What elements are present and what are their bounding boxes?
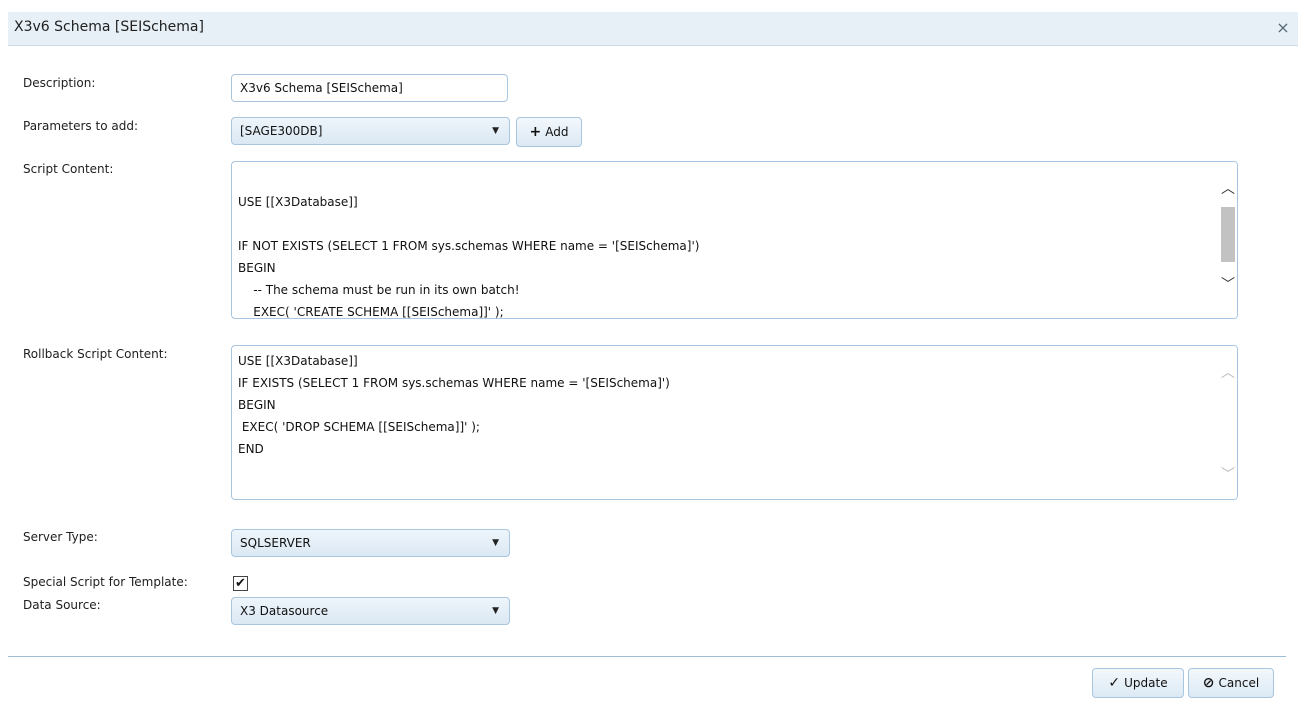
close-icon[interactable]: × bbox=[1274, 18, 1292, 37]
data-source-select[interactable]: X3 Datasource ▼ bbox=[231, 597, 510, 625]
rollback-content-text: USE [[X3Database]] IF EXISTS (SELECT 1 F… bbox=[238, 354, 670, 456]
plus-icon: + bbox=[529, 124, 542, 140]
special-script-checkbox[interactable]: ✔ bbox=[233, 576, 248, 591]
special-script-label: Special Script for Template: bbox=[23, 575, 188, 589]
script-content-label: Script Content: bbox=[23, 162, 114, 176]
rollback-content-label: Rollback Script Content: bbox=[23, 347, 168, 361]
rollback-scrollbar[interactable]: ︿ ﹀ bbox=[1219, 346, 1237, 499]
cancel-button-label: Cancel bbox=[1218, 676, 1260, 690]
dialog-title: X3v6 Schema [SEISchema] bbox=[14, 19, 204, 35]
footer-divider bbox=[8, 656, 1286, 657]
cancel-icon: ⊘ bbox=[1202, 675, 1215, 691]
checkmark-icon: ✓ bbox=[1108, 675, 1121, 691]
parameters-select[interactable]: [SAGE300DB] ▼ bbox=[231, 117, 510, 145]
data-source-value: X3 Datasource bbox=[240, 604, 329, 618]
check-icon: ✔ bbox=[235, 576, 246, 591]
scroll-up-icon[interactable]: ︿ bbox=[1221, 178, 1235, 198]
dialog-titlebar: X3v6 Schema [SEISchema] × bbox=[8, 12, 1298, 46]
dropdown-arrow-icon: ▼ bbox=[492, 126, 499, 136]
scroll-thumb[interactable] bbox=[1221, 207, 1235, 262]
server-type-label: Server Type: bbox=[23, 530, 98, 544]
scroll-down-icon[interactable]: ﹀ bbox=[1221, 464, 1235, 484]
add-button-label: Add bbox=[545, 125, 569, 139]
edit-script-dialog: X3v6 Schema [SEISchema] × Description: X… bbox=[0, 0, 1304, 715]
script-content-textarea[interactable]: USE [[X3Database]] IF NOT EXISTS (SELECT… bbox=[231, 161, 1238, 319]
scroll-up-icon[interactable]: ︿ bbox=[1221, 362, 1235, 382]
update-button-label: Update bbox=[1124, 676, 1168, 690]
description-input[interactable]: X3v6 Schema [SEISchema] bbox=[231, 74, 508, 102]
server-type-select[interactable]: SQLSERVER ▼ bbox=[231, 529, 510, 557]
rollback-content-textarea[interactable]: USE [[X3Database]] IF EXISTS (SELECT 1 F… bbox=[231, 345, 1238, 500]
dropdown-arrow-icon: ▼ bbox=[492, 538, 499, 548]
script-scrollbar[interactable]: ︿ ﹀ bbox=[1219, 162, 1237, 318]
parameters-selected-value: [SAGE300DB] bbox=[240, 124, 323, 138]
server-type-value: SQLSERVER bbox=[240, 536, 311, 550]
scroll-down-icon[interactable]: ﹀ bbox=[1221, 274, 1235, 294]
description-label: Description: bbox=[23, 76, 96, 90]
script-content-text: USE [[X3Database]] IF NOT EXISTS (SELECT… bbox=[238, 195, 700, 319]
dropdown-arrow-icon: ▼ bbox=[492, 606, 499, 616]
cancel-button[interactable]: ⊘ Cancel bbox=[1188, 668, 1274, 698]
parameters-label: Parameters to add: bbox=[23, 119, 138, 133]
add-parameter-button[interactable]: + Add bbox=[516, 117, 582, 147]
update-button[interactable]: ✓ Update bbox=[1092, 668, 1184, 698]
data-source-label: Data Source: bbox=[23, 598, 101, 612]
